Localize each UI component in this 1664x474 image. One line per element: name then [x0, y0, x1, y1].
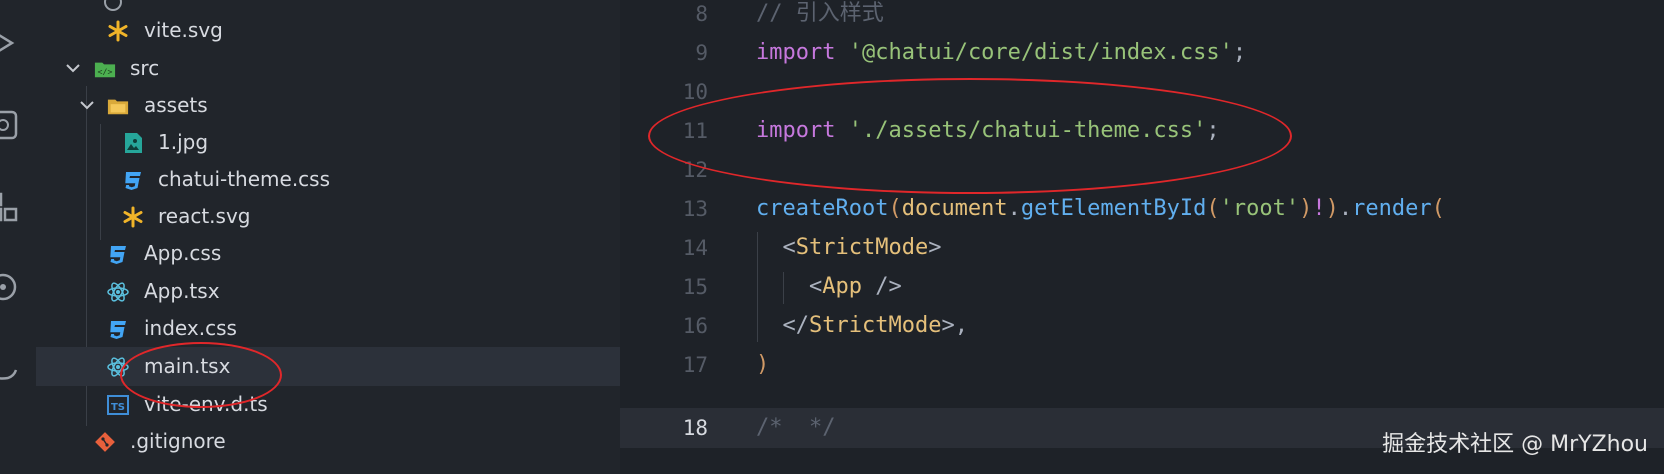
file-name: vite.svg: [144, 18, 223, 42]
code-token: (: [1431, 196, 1445, 221]
list-item[interactable]: 1.jpg: [36, 123, 620, 162]
line-number: 15: [682, 275, 708, 299]
list-item[interactable]: App.css: [36, 234, 620, 273]
chevron-down-icon[interactable]: [64, 59, 82, 77]
code-token: .: [1007, 196, 1021, 221]
svg-text:TS: TS: [111, 402, 125, 413]
code-token: createRoot: [756, 196, 889, 221]
code-line[interactable]: import '@chatui/core/dist/index.css';: [756, 39, 1246, 67]
code-editor[interactable]: 8 // 引入样式 9 import '@chatui/core/dist/in…: [620, 0, 1664, 474]
code-token: StrictMode: [795, 235, 929, 260]
code-token: !: [1312, 196, 1326, 221]
react-file-icon: [107, 281, 129, 303]
list-item[interactable]: react.svg: [36, 197, 620, 236]
docker-icon[interactable]: [0, 356, 20, 390]
css-file-icon: [107, 318, 129, 340]
ts-file-icon: TS: [107, 394, 129, 416]
code-token: ;: [1232, 40, 1247, 65]
chevron-down-icon[interactable]: [78, 96, 96, 114]
extensions-icon[interactable]: [0, 190, 20, 224]
list-item[interactable]: index.css: [36, 309, 620, 348]
image-file-icon: [122, 132, 144, 154]
code-token: import: [756, 40, 836, 65]
file-name: App.tsx: [144, 279, 220, 303]
file-name: index.css: [144, 316, 237, 340]
line-number: 16: [682, 314, 708, 338]
code-token: 'root': [1219, 196, 1300, 221]
line-number: 9: [695, 41, 708, 65]
remote-explorer-icon[interactable]: [0, 108, 20, 142]
line-number: 10: [682, 80, 708, 104]
code-token: <: [782, 235, 796, 260]
code-token: getElementById: [1020, 196, 1207, 221]
code-token: />: [861, 274, 902, 299]
code-token: >,: [941, 313, 968, 338]
code-token: StrictMode: [809, 313, 942, 338]
code-token: (: [1206, 196, 1220, 221]
file-name: assets: [144, 93, 208, 117]
code-token: ): [1325, 196, 1339, 221]
folder-open-icon: [107, 95, 129, 117]
file-name: App.css: [144, 241, 222, 265]
code-token: '@chatui/core/dist/index.css': [848, 40, 1233, 65]
line-number-active: 18: [682, 416, 708, 440]
code-token: App: [822, 274, 862, 299]
svg-star-icon: [107, 20, 129, 42]
css-file-icon: [107, 243, 129, 265]
watermark: 掘金技术社区 @ MrYZhou: [1382, 432, 1648, 457]
code-token: render: [1352, 196, 1432, 221]
code-token: >: [928, 235, 942, 260]
code-token: ): [1299, 196, 1313, 221]
list-item[interactable]: TS vite-env.d.ts: [36, 385, 620, 424]
code-line[interactable]: // 引入样式: [756, 0, 884, 28]
annotation-ellipse: [120, 342, 282, 408]
list-item[interactable]: assets: [36, 86, 620, 125]
list-item[interactable]: chatui-theme.css: [36, 160, 620, 199]
list-item[interactable]: .gitignore: [36, 422, 620, 461]
list-item[interactable]: </> src: [36, 49, 620, 88]
code-line[interactable]: </StrictMode>,: [756, 312, 968, 340]
list-item[interactable]: vite.svg: [36, 11, 620, 50]
code-line[interactable]: <App />: [756, 273, 902, 301]
src-folder-icon: </>: [94, 58, 116, 80]
activity-bar: [0, 0, 36, 474]
css-file-icon: [122, 169, 144, 191]
code-line[interactable]: /* */: [756, 414, 835, 442]
code-line[interactable]: createRoot(document.getElementById('root…: [756, 195, 1445, 223]
file-name: chatui-theme.css: [158, 167, 331, 191]
file-name: .gitignore: [130, 429, 226, 453]
timeline-icon[interactable]: [0, 270, 20, 304]
file-explorer: vite.svg </> src assets 1.jpg chatui-the…: [36, 0, 620, 474]
code-token: // 引入样式: [756, 1, 884, 26]
svg-star-icon: [122, 206, 144, 228]
list-item[interactable]: App.tsx: [36, 272, 620, 311]
code-line[interactable]: ): [756, 351, 769, 379]
code-token: (: [888, 196, 902, 221]
code-token: <: [808, 274, 823, 299]
code-token: ): [756, 352, 770, 377]
file-name: 1.jpg: [158, 130, 209, 154]
code-token: </: [782, 313, 810, 338]
code-token: /* */: [756, 415, 836, 440]
line-number: 8: [695, 2, 708, 26]
run-debug-icon[interactable]: [0, 26, 20, 60]
code-token: document: [901, 196, 1008, 221]
file-name: src: [130, 56, 160, 80]
file-name: react.svg: [158, 204, 251, 228]
code-token: .: [1338, 196, 1353, 221]
code-line[interactable]: <StrictMode>: [756, 234, 942, 262]
annotation-ellipse: [648, 78, 1292, 194]
svg-text:</>: </>: [98, 67, 113, 77]
git-file-icon: [94, 431, 116, 453]
line-number: 13: [682, 197, 708, 221]
line-number: 17: [682, 353, 708, 377]
line-number: 14: [682, 236, 708, 260]
